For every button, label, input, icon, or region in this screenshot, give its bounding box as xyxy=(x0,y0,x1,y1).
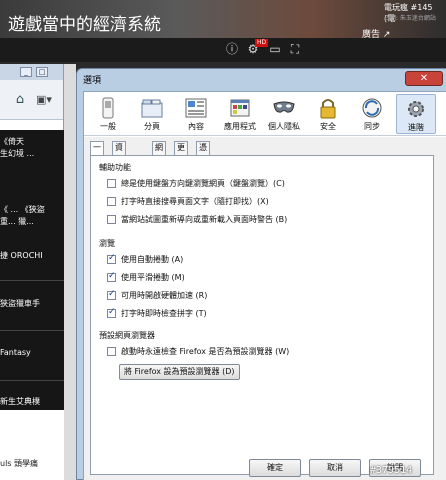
window-edge xyxy=(64,64,76,480)
tab-data-choices[interactable]: 資料選擇 xyxy=(112,141,126,188)
checkbox[interactable] xyxy=(107,347,116,356)
set-default-browser-button[interactable]: 將 Firefox 設為預設瀏覽器 (D) xyxy=(119,364,240,380)
checkbox[interactable] xyxy=(107,179,116,188)
checkbox-checked[interactable] xyxy=(107,289,116,300)
watermark: #379514 xyxy=(370,465,413,476)
applications-icon xyxy=(230,99,250,117)
gear-icon xyxy=(408,101,424,117)
list-item[interactable]: 生幻境 ... xyxy=(0,148,64,159)
checkbox-checked[interactable] xyxy=(107,307,116,318)
divider xyxy=(0,330,64,331)
article-list: 《倚天 生幻境 ... 《 ... 《狹盜 重... 獵... 捷 OROCHI… xyxy=(0,130,64,410)
close-button[interactable]: ✕ xyxy=(405,71,443,86)
category-toolbar: 一般 分頁 內容 應用程式 個人隱私 安全 同步 進階 xyxy=(84,92,446,136)
option-label: 啟動時永遠檢查 Firefox 是否為預設瀏覽器 (W) xyxy=(121,347,290,356)
category-privacy[interactable]: 個人隱私 xyxy=(264,94,304,134)
divider xyxy=(0,280,64,281)
tab-certificates[interactable]: 憑證 xyxy=(196,141,210,164)
category-label: 應用程式 xyxy=(224,122,256,131)
miniplayer-icon[interactable]: ▭ xyxy=(268,42,282,56)
ok-button[interactable]: 確定 xyxy=(249,459,301,477)
divider xyxy=(0,380,64,381)
list-item[interactable]: 捷 OROCHI xyxy=(0,250,64,261)
dialog-content: 一般 分頁 內容 應用程式 個人隱私 安全 同步 進階 一 資 網 更 憑 輔助… xyxy=(83,91,446,480)
article-list-footer: uls 頭學痛 xyxy=(0,410,64,480)
browser-toolbar: ⌂ ▣▾ xyxy=(0,80,63,120)
category-content[interactable]: 內容 xyxy=(176,94,216,134)
option-label: 總是使用鍵盤方向鍵瀏覽網頁（鍵盤瀏覽）(C) xyxy=(121,179,285,188)
list-item[interactable]: 《倚天 xyxy=(0,136,64,147)
list-item[interactable]: Fantasy xyxy=(0,348,64,357)
home-icon[interactable]: ⌂ xyxy=(12,92,28,108)
tab-update[interactable]: 更新 xyxy=(174,141,188,164)
advanced-panel: 一般 資料選擇 網路 更新 憑證 輔助功能 總是使用鍵盤方向鍵瀏覽網頁（鍵盤瀏覽… xyxy=(84,137,446,480)
category-label: 一般 xyxy=(100,122,116,131)
background-browser-window: _ □ ⌂ ▣▾ 《倚天 生幻境 ... 《 ... 《狹盜 重... 獵...… xyxy=(0,64,64,480)
category-label: 同步 xyxy=(364,122,380,131)
category-general[interactable]: 一般 xyxy=(88,94,128,134)
tabs-icon xyxy=(141,99,163,118)
maximize-button[interactable]: □ xyxy=(36,67,48,77)
category-tabs[interactable]: 分頁 xyxy=(132,94,172,134)
video-control-bar xyxy=(0,38,446,62)
fullscreen-icon[interactable]: ⛶ xyxy=(288,42,302,56)
options-dialog: 選項 ✕ 一般 分頁 內容 應用程式 個人隱私 安全 同步 進階 一 資 網 更… xyxy=(76,68,446,480)
option-label: 當網站試圖重新導向或重新載入頁面時警告 (B) xyxy=(121,215,288,224)
checkbox[interactable] xyxy=(107,197,116,206)
padlock-icon xyxy=(320,99,336,119)
option-label: 打字時即時檢查拼字 (T) xyxy=(121,309,207,318)
list-item[interactable]: 《 ... 《狹盜 xyxy=(0,204,64,215)
option-label: 可用時開啟硬體加速 (R) xyxy=(121,291,208,300)
switch-icon xyxy=(102,97,114,119)
window-titlebar: _ □ xyxy=(0,64,63,80)
info-icon[interactable]: ⓘ xyxy=(225,42,239,56)
stream-subtitle: 日期: 朱玉迷台網站 xyxy=(384,15,436,22)
list-item[interactable]: 重... 獵... xyxy=(0,216,64,227)
menu-dropdown-icon[interactable]: ▣▾ xyxy=(36,92,56,108)
category-advanced[interactable]: 進階 xyxy=(396,94,436,134)
category-label: 安全 xyxy=(320,122,336,131)
category-label: 內容 xyxy=(188,122,204,131)
hd-badge: HD xyxy=(255,39,269,47)
option-label: 使用自動捲動 (A) xyxy=(121,255,184,264)
category-label: 個人隱私 xyxy=(268,122,300,131)
checkbox-checked[interactable] xyxy=(107,253,116,264)
minimize-button[interactable]: _ xyxy=(20,67,32,77)
tab-network[interactable]: 網路 xyxy=(152,141,166,164)
group-title: 輔助功能 xyxy=(99,163,131,172)
dialog-titlebar[interactable]: 選項 ✕ xyxy=(77,69,446,89)
category-applications[interactable]: 應用程式 xyxy=(220,94,260,134)
category-sync[interactable]: 同步 xyxy=(352,94,392,134)
category-label: 分頁 xyxy=(144,122,160,131)
sync-icon xyxy=(362,98,382,118)
list-item[interactable]: 狹盜獵車手 xyxy=(0,298,64,309)
list-item[interactable]: uls 頭學痛 xyxy=(0,458,64,469)
list-item[interactable]: 新生艾典樸 xyxy=(0,396,64,407)
content-icon xyxy=(185,98,207,118)
group-title: 預設網頁瀏覽器 xyxy=(99,331,155,340)
group-title: 瀏覽 xyxy=(99,239,115,248)
cancel-button[interactable]: 取消 xyxy=(309,459,361,477)
category-label: 進階 xyxy=(408,123,424,132)
option-label: 打字時直接搜尋頁面文字（隨打即找）(X) xyxy=(121,197,269,206)
tab-panel-general: 輔助功能 總是使用鍵盤方向鍵瀏覽網頁（鍵盤瀏覽）(C) 打字時直接搜尋頁面文字（… xyxy=(90,155,434,475)
tab-general[interactable]: 一般 xyxy=(90,141,104,164)
option-label: 使用平滑捲動 (M) xyxy=(121,273,185,282)
privacy-mask-icon xyxy=(273,101,295,113)
checkbox-checked[interactable] xyxy=(107,271,116,282)
video-title: 遊戲當中的經濟系統 xyxy=(8,15,161,35)
category-security[interactable]: 安全 xyxy=(308,94,348,134)
checkbox[interactable] xyxy=(107,215,116,224)
dialog-title: 選項 xyxy=(83,76,102,86)
